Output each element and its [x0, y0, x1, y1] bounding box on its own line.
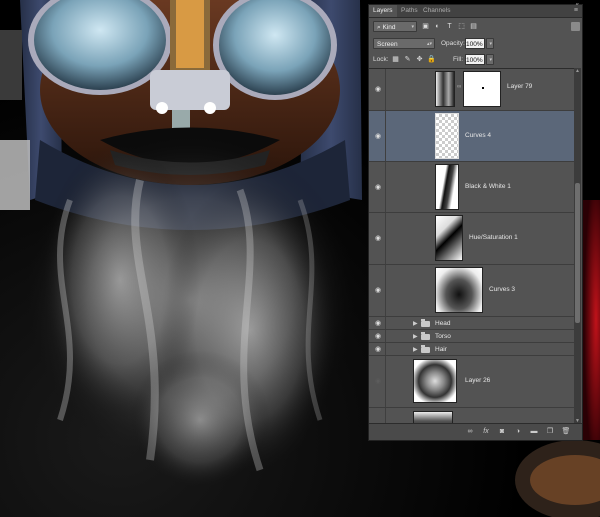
chevron-down-icon: ▾ — [489, 57, 492, 63]
fill-label: Fill: — [453, 56, 464, 63]
new-layer-icon[interactable]: ❐ — [545, 427, 555, 437]
layer-mask-thumbnail[interactable] — [435, 164, 459, 210]
layer-mask-thumbnail[interactable] — [435, 113, 459, 159]
eye-icon[interactable]: ◉ — [373, 333, 383, 340]
blend-mode-label: Screen — [377, 41, 398, 48]
lock-all-icon[interactable]: 🔒 — [427, 55, 436, 64]
fx-icon[interactable]: fx — [481, 427, 491, 437]
lock-pixels-icon[interactable]: ✎ — [403, 55, 412, 64]
layer-thumbnail — [435, 71, 455, 107]
folder-icon — [421, 345, 430, 353]
eye-icon[interactable]: ◉ — [373, 86, 383, 93]
lock-label: Lock: — [373, 56, 389, 63]
folder-icon — [421, 319, 430, 327]
layer-row[interactable]: ◉ Curves 3 — [369, 265, 575, 317]
tab-layers[interactable]: Layers — [369, 5, 397, 17]
adjustment-filter-icon[interactable]: ◐ — [433, 22, 442, 31]
layer-name: Hair — [435, 346, 447, 353]
eye-icon[interactable]: ◉ — [373, 184, 383, 191]
eye-icon[interactable]: ◉ — [373, 287, 383, 294]
layer-name: Layer 26 — [465, 377, 491, 384]
layer-name: Layer 79 — [507, 83, 533, 90]
tab-channels[interactable]: Channels — [419, 5, 454, 17]
layer-name: Head — [435, 320, 451, 327]
scroll-up-icon[interactable]: ▲ — [574, 68, 581, 74]
blend-mode-dropdown[interactable]: Screen ▴▾ — [373, 38, 435, 49]
layer-row[interactable]: ◉ Hue/Saturation 1 — [369, 213, 575, 265]
filter-kind-label: Kind — [382, 24, 396, 31]
layer-thumbnail — [413, 359, 457, 403]
group-row[interactable]: ◉ ▶ Hair — [369, 343, 575, 356]
eye-icon[interactable]: ◉ — [373, 133, 383, 140]
layer-mask-thumbnail[interactable] — [435, 215, 463, 261]
panel-tabs: Layers Paths Channels ≡ — [369, 5, 582, 18]
layer-name: Curves 3 — [489, 286, 516, 293]
expand-arrow-icon[interactable]: ▶ — [413, 346, 418, 353]
lock-row: Lock: ▦ ✎ ✥ 🔒 Fill: 100% ▾ — [369, 52, 582, 68]
chevron-down-icon: ▾ — [489, 41, 492, 47]
type-filter-icon[interactable]: T — [445, 22, 454, 31]
layer-name: Hue/Saturation 1 — [469, 234, 518, 241]
fill-input[interactable]: 100% — [465, 54, 485, 65]
opacity-slider-toggle[interactable]: ▾ — [486, 38, 494, 49]
filter-kind-dropdown[interactable]: ⌕ Kind ▾ — [373, 21, 417, 32]
link-layers-icon[interactable]: ∞ — [465, 427, 475, 437]
scrollbar-thumb[interactable] — [575, 183, 580, 323]
group-row[interactable]: ◉ ▶ Torso — [369, 330, 575, 343]
smart-object-filter-icon[interactable]: ▤ — [469, 22, 478, 31]
opacity-label: Opacity: — [441, 40, 465, 47]
add-mask-icon[interactable]: ◙ — [497, 427, 507, 437]
layer-name: Black & White 1 — [465, 183, 511, 190]
eye-icon[interactable]: ◉ — [373, 346, 383, 353]
eye-icon[interactable]: ◉ — [373, 320, 383, 327]
new-adjustment-icon[interactable]: ◑ — [513, 427, 523, 437]
layer-mask-thumbnail[interactable] — [435, 267, 483, 313]
filter-row: ⌕ Kind ▾ ▣ ◐ T ⬚ ▤ — [369, 19, 582, 35]
toggle-filter-icon[interactable] — [571, 22, 580, 31]
layers-panel: « Layers Paths Channels ≡ ⌕ Kind ▾ ▣ ◐ T… — [368, 2, 583, 441]
lock-position-icon[interactable]: ✥ — [415, 55, 424, 64]
chevron-down-icon: ▾ — [411, 24, 414, 30]
layer-row[interactable]: ◉ Black & White 1 — [369, 162, 575, 213]
layer-name: Curves 4 — [465, 132, 492, 139]
layer-list: ◉ ∞ Layer 79 ◉ Curves 4 ◉ Black & White … — [369, 68, 575, 425]
expand-arrow-icon[interactable]: ▶ — [413, 333, 418, 340]
layer-name: Torso — [435, 333, 451, 340]
image-filter-icon[interactable]: ▣ — [421, 22, 430, 31]
layer-row[interactable]: ◉ Layer 26 — [369, 356, 575, 408]
layers-scrollbar[interactable]: ▲ ▼ — [574, 68, 581, 424]
layer-row[interactable]: ◉ ∞ Layer 79 — [369, 69, 575, 111]
new-group-icon[interactable]: ▬ — [529, 427, 539, 437]
opacity-input[interactable]: 100% — [465, 38, 485, 49]
eye-hidden-icon[interactable]: ◉ — [373, 378, 383, 385]
blend-row: Screen ▴▾ Opacity: 100% ▾ — [369, 36, 582, 52]
trash-icon[interactable]: 🗑 — [561, 427, 571, 437]
tab-paths[interactable]: Paths — [397, 5, 422, 17]
eye-icon[interactable]: ◉ — [373, 235, 383, 242]
folder-icon — [421, 332, 430, 340]
panel-menu-icon[interactable]: ≡ — [574, 7, 578, 14]
chevron-down-icon: ▴▾ — [426, 41, 432, 47]
lock-transparent-icon[interactable]: ▦ — [391, 55, 400, 64]
expand-arrow-icon[interactable]: ▶ — [413, 320, 418, 327]
layer-row[interactable]: ◉ Curves 4 — [369, 111, 575, 162]
group-row[interactable]: ◉ ▶ Head — [369, 317, 575, 330]
layer-mask-thumbnail[interactable] — [463, 71, 501, 107]
fill-slider-toggle[interactable]: ▾ — [486, 54, 494, 65]
shape-filter-icon[interactable]: ⬚ — [457, 22, 466, 31]
layers-footer: ∞ fx ◙ ◑ ▬ ❐ 🗑 — [369, 423, 582, 440]
link-icon: ∞ — [457, 84, 462, 90]
